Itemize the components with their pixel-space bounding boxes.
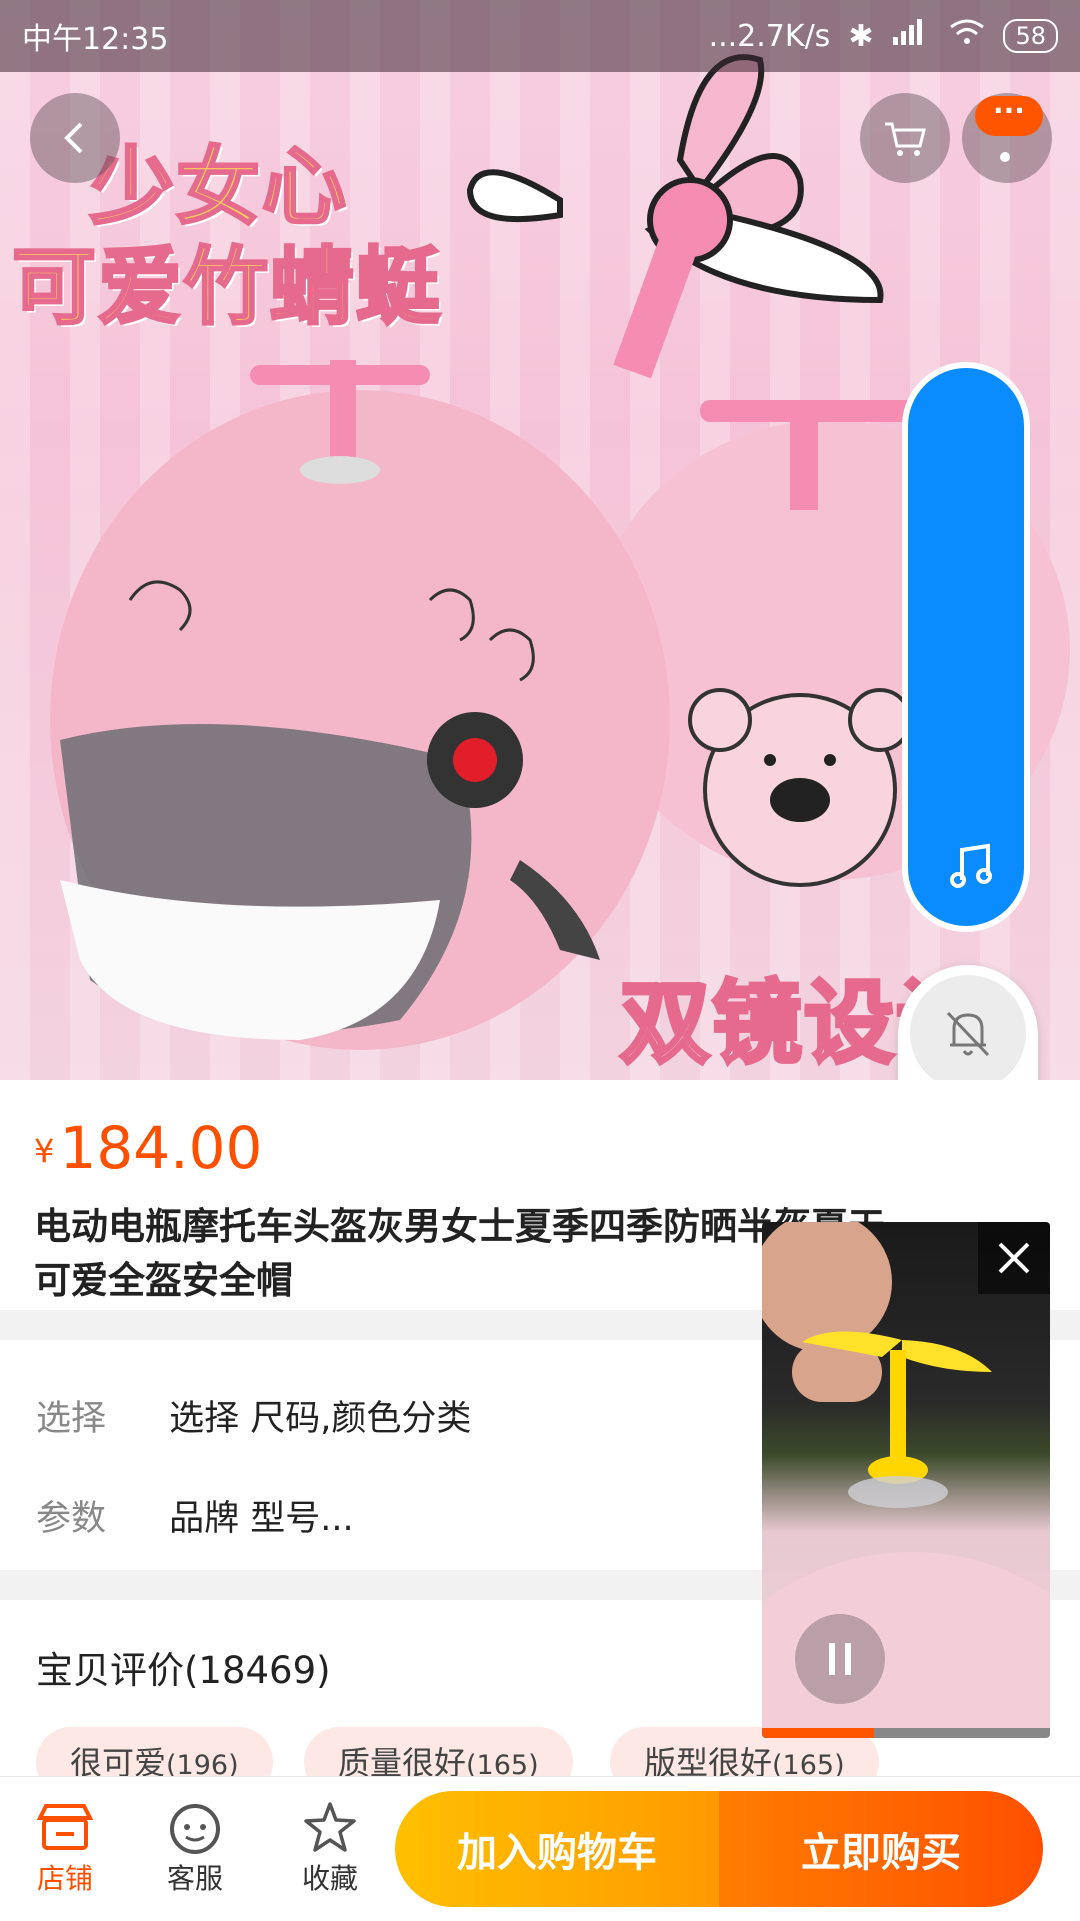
store-icon	[36, 1804, 94, 1850]
purchase-buttons: 加入购物车 立即购买	[395, 1791, 1043, 1907]
pause-icon	[829, 1643, 851, 1675]
add-to-cart-button[interactable]: 加入购物车	[395, 1791, 719, 1907]
reviews-title[interactable]: 宝贝评价(18469)	[36, 1640, 331, 1694]
store-tab[interactable]: 店铺	[10, 1797, 120, 1897]
cart-button[interactable]	[860, 93, 950, 183]
music-widget[interactable]	[902, 362, 1030, 932]
params-label: 参数	[36, 1499, 107, 1539]
buy-now-button[interactable]: 立即购买	[719, 1791, 1043, 1907]
video-progress-bar	[762, 1728, 875, 1738]
star-icon	[304, 1802, 356, 1852]
close-video-button[interactable]	[978, 1222, 1050, 1294]
bell-off-icon	[946, 1011, 990, 1057]
service-tab[interactable]: 客服	[140, 1797, 250, 1897]
params-row[interactable]: 参数 品牌 型号...	[36, 1490, 354, 1541]
status-time: 中午12:35	[22, 22, 169, 57]
price: ¥ 184.00	[34, 1114, 262, 1182]
params-value: 品牌 型号...	[169, 1499, 354, 1539]
network-speed: ...2.7K/s	[708, 18, 831, 54]
more-icon[interactable]: ···	[975, 96, 1043, 136]
currency-symbol: ¥	[34, 1132, 55, 1170]
favorite-label: 收藏	[301, 1862, 358, 1895]
favorite-tab[interactable]: 收藏	[275, 1797, 385, 1897]
signal-icon	[891, 17, 931, 55]
bottom-action-bar: 店铺 客服 收藏 加入购物车 立即购买	[0, 1776, 1080, 1921]
wifi-icon	[949, 17, 985, 55]
store-label: 店铺	[36, 1862, 93, 1895]
cart-icon	[885, 122, 926, 156]
battery-indicator: 58	[1003, 19, 1058, 53]
video-popup[interactable]	[762, 1222, 1050, 1738]
status-bar: 中午12:35 ...2.7K/s ✱ 58	[0, 0, 1080, 72]
pause-button[interactable]	[795, 1614, 885, 1704]
service-icon	[170, 1804, 220, 1854]
hero-slogan-2: 可爱竹蜻蜓	[10, 237, 443, 338]
back-arrow-icon	[64, 122, 83, 154]
notification-toggle[interactable]	[910, 975, 1026, 1091]
bluetooth-icon: ✱	[848, 18, 874, 54]
select-spec-row[interactable]: 选择 选择 尺码,颜色分类	[36, 1390, 471, 1441]
select-label: 选择	[36, 1399, 107, 1439]
close-icon	[998, 1242, 1030, 1274]
music-note-icon	[950, 843, 992, 888]
service-label: 客服	[166, 1862, 223, 1895]
back-button[interactable]	[30, 93, 120, 183]
price-value: 184.00	[59, 1114, 263, 1182]
select-value: 选择 尺码,颜色分类	[169, 1399, 472, 1439]
more-dot	[1000, 152, 1010, 162]
